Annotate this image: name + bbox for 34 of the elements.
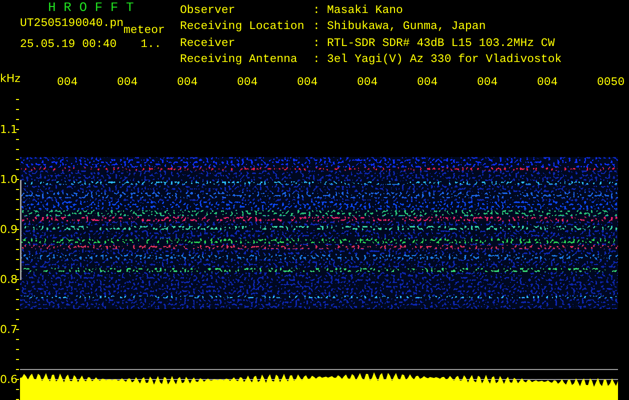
info-label: Receiver [180,38,236,52]
time-label: 004 [237,76,259,88]
time-label: 004 [477,76,499,88]
frequency-unit: kHz [0,72,20,85]
info-label: Receiving Location [180,21,306,36]
info-separator: : [313,54,321,68]
mode-label: meteor [124,25,165,37]
time-label: 004 [537,76,559,88]
frequency-label: 0.7 [0,322,17,338]
info-separator: : [313,21,321,36]
frequency-label: 0.8 [0,272,17,288]
time-label: 004 [417,76,439,88]
info-value: Shibukawa, Gunma, Japan [327,21,487,36]
frequency-label: 1.1 [0,122,17,138]
time-label: 004 [297,76,319,88]
info-label: Receiving Antenna [180,54,298,68]
time-label: 004 [117,76,139,88]
info-value: 3el Yagi(V) Az 330 for Vladivostok [327,54,562,68]
frequency-label: 0.6 [0,372,17,388]
app-title: H R O F F T [47,0,135,14]
info-label: Observer [180,5,236,19]
counter-label: 1.. [140,39,162,51]
file-name: UT2505190040.pn [20,18,124,32]
info-separator: : [313,5,321,19]
time-label: 004 [357,76,379,88]
time-label: 0050 [597,76,626,88]
frequency-label: 1.0 [0,172,17,188]
frequency-label: 0.9 [0,222,17,238]
time-label: 004 [57,76,79,88]
time-label: 004 [177,76,199,88]
date-time: 25.05.19 00:40 [20,39,117,51]
info-value: Masaki Kano [327,5,404,19]
info-separator: : [313,38,321,52]
info-value: RTL-SDR SDR# 43dB L15 103.2MHz CW [327,38,556,52]
